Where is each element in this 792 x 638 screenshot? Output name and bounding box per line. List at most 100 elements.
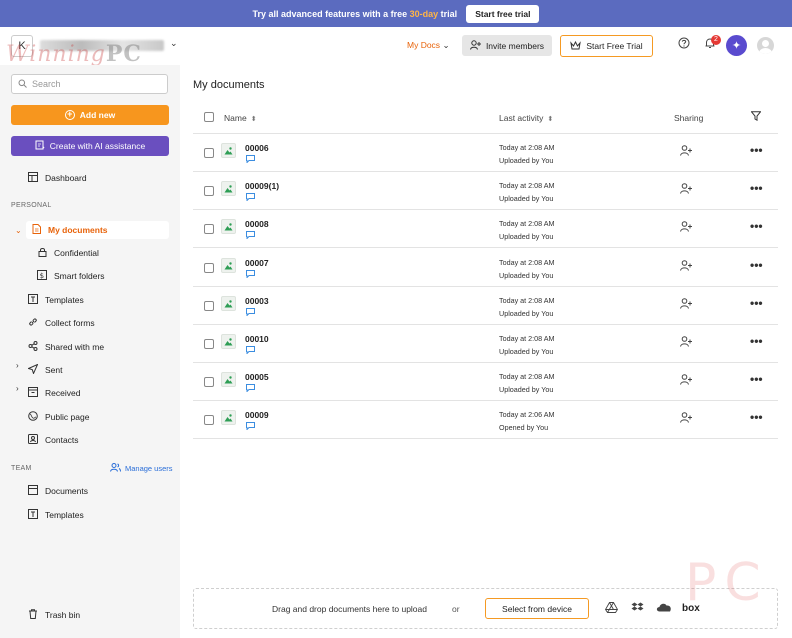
- comment-icon[interactable]: [246, 422, 255, 432]
- comment-icon[interactable]: [246, 193, 255, 203]
- add-user-share-icon[interactable]: [680, 183, 692, 197]
- workspace-chevron-down-icon[interactable]: ⌄: [170, 38, 178, 49]
- sort-icon[interactable]: ⬍: [547, 116, 553, 123]
- row-checkbox[interactable]: [204, 377, 214, 388]
- sidebar-item-team-documents[interactable]: Documents: [27, 482, 88, 500]
- add-user-icon: [469, 39, 481, 52]
- create-with-ai-button[interactable]: Create with AI assistance: [11, 136, 169, 156]
- row-checkbox[interactable]: [204, 224, 214, 235]
- comment-icon[interactable]: [246, 155, 255, 165]
- sidebar-item-templates[interactable]: Templates: [27, 291, 84, 309]
- document-name[interactable]: 00003: [245, 296, 269, 306]
- search-icon: [18, 79, 27, 90]
- comment-icon[interactable]: [246, 307, 255, 318]
- add-user-share-icon[interactable]: [680, 145, 692, 159]
- document-name[interactable]: 00009(1): [245, 181, 279, 191]
- my-docs-dropdown[interactable]: My Docs ⌄: [407, 40, 450, 51]
- table-row[interactable]: 00007 Today at 2:08 AM Uploaded by You •••: [193, 249, 778, 287]
- comment-icon[interactable]: [246, 384, 255, 394]
- table-row[interactable]: 00006 Today at 2:08 AM Uploaded by You •••: [193, 134, 778, 172]
- sidebar-item-smart-folders[interactable]: $ Smart folders: [36, 267, 105, 285]
- select-all-checkbox[interactable]: [204, 112, 214, 122]
- comment-icon[interactable]: [246, 269, 255, 280]
- add-user-share-icon[interactable]: [680, 259, 692, 274]
- notification-badge: 2: [711, 35, 721, 45]
- google-drive-icon[interactable]: [604, 602, 619, 616]
- dropbox-icon[interactable]: [631, 602, 644, 616]
- sidebar-item-shared-with-me[interactable]: Shared with me: [27, 338, 104, 356]
- more-options-icon[interactable]: •••: [750, 296, 763, 310]
- add-user-share-icon[interactable]: [680, 336, 692, 350]
- invite-members-button[interactable]: Invite members: [462, 35, 552, 56]
- activity-action: Uploaded by You: [499, 308, 554, 318]
- expand-caret-icon[interactable]: ⌄: [15, 226, 22, 235]
- add-user-share-icon[interactable]: [680, 297, 692, 312]
- sidebar-item-collect-forms[interactable]: Collect forms: [27, 314, 95, 332]
- table-row[interactable]: 00008 Today at 2:08 AM Uploaded by You •••: [193, 210, 778, 249]
- document-name[interactable]: 00007: [245, 258, 269, 268]
- sidebar-item-public-page[interactable]: Public page: [27, 408, 89, 426]
- users-icon: [110, 463, 121, 474]
- table-row[interactable]: 00009(1) Today at 2:08 AM Uploaded by You •…: [193, 172, 778, 211]
- document-name[interactable]: 00006: [245, 143, 269, 153]
- sidebar-item-sent[interactable]: Sent: [27, 361, 63, 379]
- table-row[interactable]: 00003 Today at 2:08 AM Uploaded by You •••: [193, 287, 778, 325]
- user-avatar[interactable]: [757, 37, 774, 54]
- document-name[interactable]: 00009: [245, 410, 269, 420]
- search-input[interactable]: [32, 79, 162, 89]
- sidebar-item-confidential[interactable]: Confidential: [36, 244, 99, 262]
- onedrive-cloud-icon[interactable]: [656, 602, 672, 615]
- comment-icon[interactable]: [246, 231, 255, 241]
- activity-action: Uploaded by You: [499, 347, 554, 356]
- document-name[interactable]: 00008: [245, 219, 269, 229]
- more-options-icon[interactable]: •••: [750, 143, 763, 157]
- row-checkbox[interactable]: [204, 300, 214, 311]
- sidebar-item-trash-bin[interactable]: Trash bin: [27, 606, 80, 624]
- row-checkbox[interactable]: [204, 339, 214, 349]
- row-checkbox[interactable]: [204, 148, 214, 158]
- table-row[interactable]: 00005 Today at 2:08 AM Uploaded by You •••: [193, 363, 778, 402]
- sort-icon[interactable]: ⬍: [251, 116, 257, 123]
- add-user-share-icon[interactable]: [680, 412, 692, 426]
- manage-users-link[interactable]: Manage users: [110, 463, 173, 474]
- banner-text: Try all advanced features with a free 30…: [252, 8, 458, 19]
- chevron-right-icon[interactable]: ›: [16, 384, 19, 393]
- link-icon: [27, 317, 39, 330]
- sidebar-item-dashboard[interactable]: Dashboard: [27, 169, 87, 187]
- more-options-icon[interactable]: •••: [750, 219, 763, 233]
- more-options-icon[interactable]: •••: [750, 372, 763, 386]
- column-name[interactable]: Name ⬍: [224, 113, 257, 123]
- row-checkbox[interactable]: [204, 415, 214, 426]
- sidebar-item-team-templates[interactable]: Templates: [27, 506, 84, 524]
- start-free-trial-banner-button[interactable]: Start free trial: [466, 4, 540, 23]
- table-row[interactable]: 00009 Today at 2:06 AM Opened by You •••: [193, 401, 778, 440]
- document-name[interactable]: 00010: [245, 334, 269, 344]
- more-options-icon[interactable]: •••: [750, 258, 763, 272]
- row-checkbox[interactable]: [204, 262, 214, 273]
- ai-assistant-sparkle-icon[interactable]: ✦: [726, 35, 747, 56]
- add-new-button[interactable]: + Add new: [11, 105, 169, 125]
- comment-icon[interactable]: [246, 346, 255, 356]
- search-box[interactable]: [11, 74, 168, 94]
- help-icon[interactable]: [678, 37, 690, 52]
- row-checkbox[interactable]: [204, 186, 214, 197]
- sidebar-item-my-documents[interactable]: My documents: [26, 221, 169, 239]
- column-last-activity[interactable]: Last activity ⬍: [499, 113, 553, 123]
- more-options-icon[interactable]: •••: [750, 181, 763, 195]
- page-title: My documents: [193, 79, 265, 91]
- chevron-right-icon[interactable]: ›: [16, 361, 19, 370]
- add-user-share-icon[interactable]: [680, 374, 692, 388]
- globe-icon: [27, 410, 39, 424]
- more-options-icon[interactable]: •••: [750, 334, 763, 348]
- sidebar-item-received[interactable]: Received: [27, 384, 80, 402]
- start-free-trial-button[interactable]: Start Free Trial: [560, 35, 653, 57]
- sidebar-item-contacts[interactable]: Contacts: [27, 431, 79, 449]
- document-name[interactable]: 00005: [245, 372, 269, 382]
- activity-action: Uploaded by You: [499, 270, 554, 280]
- more-options-icon[interactable]: •••: [750, 410, 763, 424]
- select-from-device-button[interactable]: Select from device: [485, 598, 589, 619]
- filter-icon[interactable]: [750, 111, 762, 123]
- add-user-share-icon[interactable]: [680, 221, 692, 235]
- activity-time: Today at 2:08 AM: [499, 295, 555, 305]
- table-row[interactable]: 00010 Today at 2:08 AM Uploaded by You •••: [193, 325, 778, 363]
